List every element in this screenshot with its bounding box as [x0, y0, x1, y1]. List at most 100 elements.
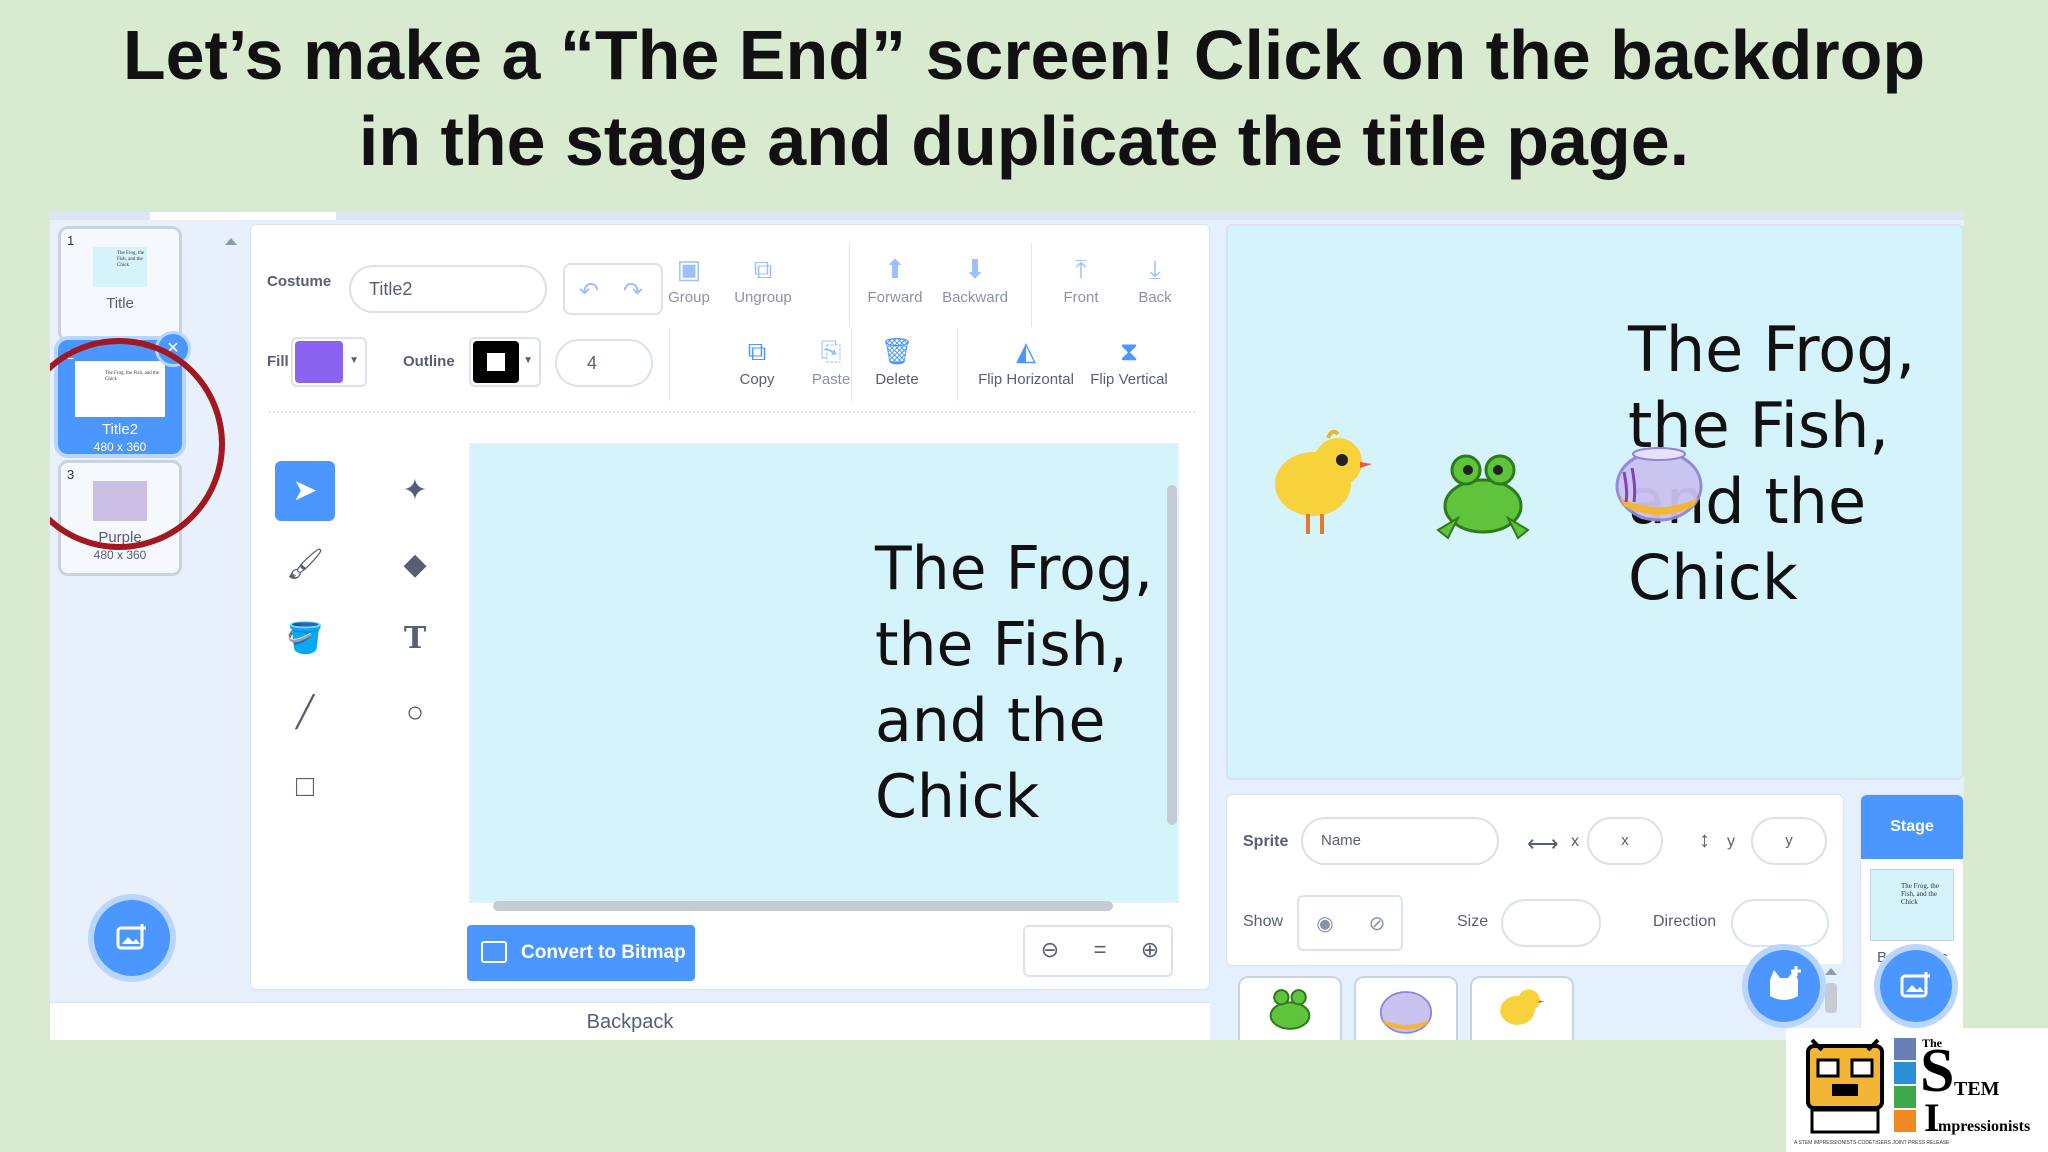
toolbar-divider: [1031, 243, 1032, 327]
brush-icon: 🖌: [285, 548, 325, 581]
logo-tagline: A STEM IMPRESSIONISTS-CODETIGERS JOINT P…: [1794, 1140, 1950, 1146]
toolbar-divider: [851, 329, 852, 401]
backward-button[interactable]: ⬇ Backward: [935, 251, 1015, 306]
undo-icon[interactable]: ↶: [579, 277, 599, 306]
redo-icon[interactable]: ↷: [623, 277, 643, 306]
arrow-cursor-icon: ➤: [292, 474, 318, 507]
costume-name: Title: [106, 295, 134, 312]
outline-color-swatch: [473, 341, 519, 383]
sprite-name-input[interactable]: Name: [1301, 817, 1499, 865]
line-tool[interactable]: ╱: [275, 683, 335, 743]
canvas-title-text[interactable]: The Frog, the Fish, and the Chick: [875, 531, 1153, 835]
flip-vertical-button[interactable]: ⧗ Flip Vertical: [1081, 333, 1177, 388]
eye-icon[interactable]: ◉: [1299, 911, 1351, 936]
paint-bucket-icon: 🪣: [286, 622, 324, 655]
zoom-out-icon[interactable]: ⊖: [1025, 937, 1075, 963]
y-input[interactable]: y: [1751, 817, 1827, 865]
cat-add-icon: [1770, 966, 1801, 1000]
ungroup-icon: ⧉: [753, 254, 773, 284]
outline-label: Outline: [403, 353, 455, 370]
circle-tool[interactable]: ○: [385, 683, 445, 743]
fill-color-swatch: [295, 341, 343, 383]
convert-to-bitmap-button[interactable]: Convert to Bitmap: [467, 925, 695, 981]
scroll-thumb[interactable]: [1825, 983, 1837, 1013]
costume-name-input[interactable]: Title2: [349, 265, 547, 313]
zoom-reset-button[interactable]: =: [1075, 937, 1125, 963]
image-icon: [481, 941, 507, 963]
fill-tool[interactable]: 🪣: [275, 609, 335, 669]
sprite-tile-chick[interactable]: [1470, 976, 1574, 1040]
direction-label: Direction: [1653, 913, 1717, 930]
copy-button[interactable]: ⧉ Copy: [717, 333, 797, 388]
frog-sprite[interactable]: [1428, 448, 1538, 542]
fill-color-picker[interactable]: ▼: [291, 337, 367, 387]
dropdown-caret-icon: ▼: [523, 355, 533, 366]
delete-button[interactable]: 🗑 Delete: [857, 333, 937, 388]
costume-label: Costume: [267, 273, 332, 290]
horizontal-arrows-icon: ⟷: [1527, 831, 1559, 856]
rectangle-tool[interactable]: □: [275, 757, 335, 817]
paint-editor: Costume Title2 ↶ ↷ ▣ Group ⧉ Ungroup ⬆ Forw…: [250, 224, 1210, 990]
reshape-tool[interactable]: ✦: [385, 461, 445, 521]
costume-tile-1[interactable]: 1 The Frog, the Fish, and the Chick Titl…: [58, 226, 182, 342]
front-button[interactable]: ⤒ Front: [1041, 251, 1121, 306]
outline-width-input[interactable]: 4: [555, 339, 653, 387]
stage-thumbnail[interactable]: The Frog, the Fish, and the Chick: [1870, 869, 1954, 941]
circle-icon: ○: [405, 696, 425, 729]
outline-color-picker[interactable]: ▼: [469, 337, 541, 387]
scroll-up-arrow-icon[interactable]: [1825, 968, 1837, 975]
size-input[interactable]: [1501, 899, 1601, 947]
active-tab-indicator: [150, 212, 336, 220]
choose-costume-button[interactable]: [94, 900, 170, 976]
forward-button[interactable]: ⬆ Forward: [855, 251, 935, 306]
undo-redo-group: ↶ ↷: [563, 263, 663, 315]
paint-canvas[interactable]: The Frog, the Fish, and the Chick: [469, 443, 1179, 903]
direction-input[interactable]: [1731, 899, 1829, 947]
eraser-tool[interactable]: ◆: [385, 535, 445, 595]
back-button[interactable]: ⤓ Back: [1115, 251, 1195, 306]
backward-icon: ⬇: [964, 254, 986, 284]
zoom-controls: ⊖ = ⊕: [1023, 925, 1173, 977]
heading-line-2: in the stage and duplicate the title pag…: [358, 102, 1690, 180]
flip-horizontal-button[interactable]: ◭ Flip Horizontal: [975, 333, 1077, 388]
ungroup-button[interactable]: ⧉ Ungroup: [723, 251, 803, 306]
y-label: y: [1727, 833, 1735, 850]
eye-hidden-icon[interactable]: ⊘: [1351, 911, 1403, 936]
scroll-up-arrow-icon[interactable]: [225, 238, 237, 245]
choose-backdrop-button[interactable]: [1880, 950, 1952, 1022]
fishbowl-sprite[interactable]: [1614, 442, 1704, 522]
select-tool[interactable]: ➤: [275, 461, 335, 521]
scratch-editor-screenshot: 1 The Frog, the Fish, and the Chick Titl…: [50, 212, 1964, 1040]
sprite-tile-fishbowl[interactable]: [1354, 976, 1458, 1040]
zoom-in-icon[interactable]: ⊕: [1125, 937, 1175, 963]
chick-thumbnail: [1500, 989, 1545, 1025]
show-toggle-group: ◉ ⊘: [1297, 895, 1403, 951]
dropdown-caret-icon: ▼: [349, 355, 359, 366]
x-label: x: [1571, 833, 1579, 850]
group-button[interactable]: ▣ Group: [649, 251, 729, 306]
costume-list: 1 The Frog, the Fish, and the Chick Titl…: [50, 220, 250, 1000]
costume-thumbnail: The Frog, the Fish, and the Chick: [93, 247, 147, 287]
x-input[interactable]: x: [1587, 817, 1663, 865]
flip-vertical-icon: ⧗: [1119, 336, 1139, 366]
instruction-heading: Let’s make a “The End” screen! Click on …: [0, 12, 2048, 184]
toolbar-separator: [269, 411, 1195, 413]
line-icon: ╱: [295, 696, 315, 729]
forward-icon: ⬆: [884, 254, 906, 284]
choose-sprite-button[interactable]: [1748, 950, 1820, 1022]
text-tool[interactable]: T: [385, 609, 445, 669]
trash-icon: 🗑: [880, 336, 914, 366]
canvas-vertical-scrollbar[interactable]: [1167, 485, 1177, 825]
chick-sprite[interactable]: [1268, 426, 1378, 536]
stage-canvas[interactable]: The Frog, the Fish, and the Chick: [1226, 224, 1964, 780]
brush-tool[interactable]: 🖌: [275, 535, 335, 595]
eraser-icon: ◆: [403, 548, 427, 581]
backpack-bar[interactable]: Backpack: [50, 1002, 1210, 1040]
show-label: Show: [1243, 913, 1284, 930]
costume-list-scrollbar[interactable]: [223, 232, 239, 1002]
sprite-tile-frog[interactable]: [1238, 976, 1342, 1040]
stage-header: Stage: [1861, 795, 1963, 859]
canvas-horizontal-scrollbar[interactable]: [493, 901, 1113, 911]
copy-icon: ⧉: [747, 336, 767, 366]
stem-impressionists-logo: The S TEM I mpressionists A STEM IMPRESS…: [1786, 1028, 2048, 1152]
